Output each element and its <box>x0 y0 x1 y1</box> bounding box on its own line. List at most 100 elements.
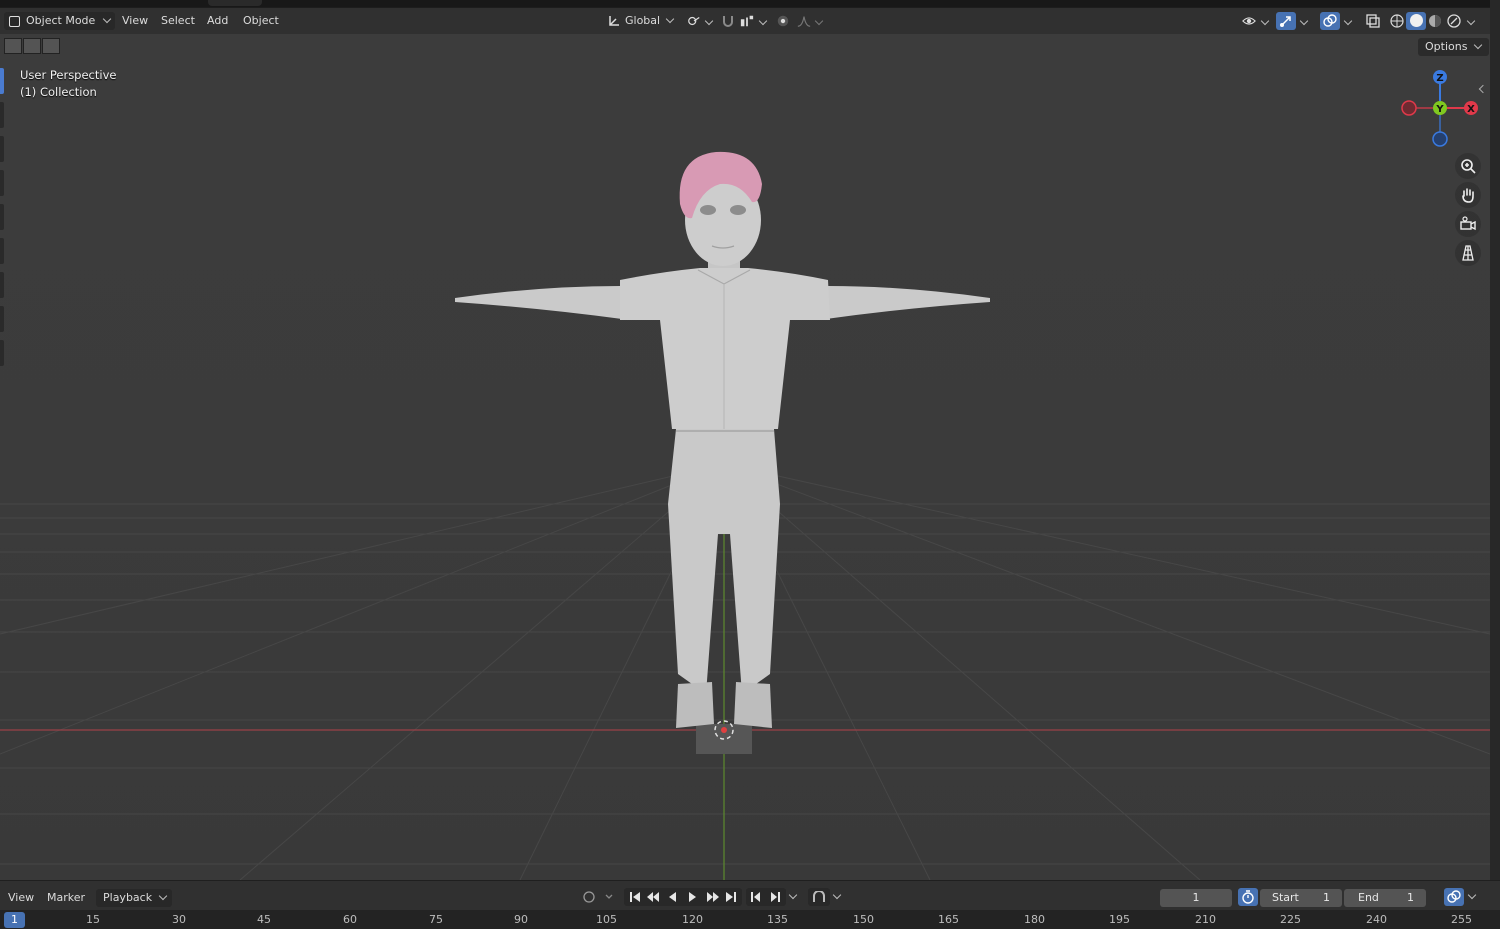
zoom-button[interactable] <box>1455 153 1481 179</box>
snap-icon[interactable] <box>721 14 735 28</box>
hand-pan-icon <box>1462 188 1474 203</box>
wireframe-shading-icon[interactable] <box>1390 14 1404 28</box>
ruler-tick: 210 <box>1195 913 1216 926</box>
options-dropdown[interactable]: Options <box>1418 38 1490 56</box>
chevron-down-icon[interactable] <box>1466 16 1476 26</box>
ruler-tick: 225 <box>1280 913 1301 926</box>
end-label: End <box>1358 891 1379 904</box>
transform-orientation-dropdown[interactable]: Global <box>603 12 678 30</box>
object-mode-icon <box>9 16 20 27</box>
timeline-menu-marker[interactable]: Marker <box>47 889 85 907</box>
tool-cursor[interactable] <box>0 102 4 128</box>
menu-view[interactable]: View <box>122 12 148 30</box>
jump-end-icon[interactable] <box>726 892 736 902</box>
tool-transform[interactable] <box>0 238 4 264</box>
proportional-editing-icon[interactable] <box>776 14 790 28</box>
start-value: 1 <box>1323 891 1330 904</box>
timeline-overlay-button[interactable] <box>1444 888 1464 906</box>
gizmo-toggle-button[interactable] <box>1276 12 1296 30</box>
navigation-gizmo[interactable]: Z X Y <box>1398 66 1484 148</box>
gizmo-neg-x[interactable] <box>1401 100 1417 116</box>
camera-view-button[interactable] <box>1455 211 1481 237</box>
chevron-down-icon[interactable] <box>814 16 824 26</box>
falloff-icon[interactable] <box>797 14 811 28</box>
play-icon[interactable] <box>689 892 696 902</box>
gizmo-y-label: Y <box>1435 104 1444 115</box>
tool-annotate[interactable] <box>0 272 4 298</box>
chevron-down-icon[interactable] <box>1260 16 1270 26</box>
perspective-label: User Perspective <box>20 68 117 82</box>
chevron-down-icon[interactable] <box>1299 16 1309 26</box>
solid-shading-button[interactable] <box>1406 12 1426 30</box>
camera-view-icon <box>1460 216 1476 231</box>
end-frame-field[interactable]: End 1 <box>1344 889 1426 907</box>
chevron-down-icon[interactable] <box>1467 890 1477 900</box>
workspace-tabs-strip <box>0 0 1500 7</box>
visibility-icon[interactable] <box>1242 14 1256 28</box>
keyframe-jump-controls[interactable] <box>746 888 786 906</box>
next-keyframe-icon[interactable] <box>707 892 719 902</box>
current-frame-field[interactable]: 1 <box>1160 889 1232 907</box>
character-model[interactable] <box>455 151 990 754</box>
ruler-tick: 165 <box>938 913 959 926</box>
play-reverse-icon[interactable] <box>669 892 676 902</box>
material-preview-icon[interactable] <box>1428 14 1442 28</box>
ortho-toggle-button[interactable] <box>1455 240 1481 266</box>
timeline-menu-view[interactable]: View <box>8 889 34 907</box>
viewport-header: Object Mode View Select Add Object Globa… <box>0 8 1490 34</box>
prev-keyframe-icon[interactable] <box>647 892 659 902</box>
chevron-down-icon[interactable] <box>704 16 714 26</box>
playback-dropdown[interactable]: Playback <box>96 889 173 907</box>
chevron-down-icon <box>103 14 112 24</box>
ruler-tick: 120 <box>682 913 703 926</box>
select-extend-icon[interactable] <box>23 38 41 54</box>
ruler-tick: 15 <box>86 913 100 926</box>
rendered-shading-icon[interactable] <box>1447 14 1461 28</box>
chevron-down-icon[interactable] <box>1343 16 1353 26</box>
jump-start-icon[interactable] <box>630 892 640 902</box>
menu-add[interactable]: Add <box>207 12 228 30</box>
sidebar-edge[interactable] <box>1490 0 1500 880</box>
selection-mode-buttons[interactable] <box>4 38 61 54</box>
chevron-down-icon <box>158 891 168 901</box>
tool-shelf[interactable] <box>0 68 4 408</box>
mode-dropdown[interactable]: Object Mode <box>4 12 116 30</box>
gizmo-neg-z[interactable] <box>1432 131 1448 147</box>
chevron-down-icon[interactable] <box>758 16 768 26</box>
tool-measure[interactable] <box>0 306 4 332</box>
snap-target-icon[interactable] <box>740 14 754 28</box>
tool-select[interactable] <box>0 68 4 94</box>
zoom-icon <box>1461 159 1476 174</box>
select-new-icon[interactable] <box>4 38 22 54</box>
preview-range-button[interactable] <box>1238 888 1258 906</box>
menu-select[interactable]: Select <box>161 12 195 30</box>
ruler-tick: 105 <box>596 913 617 926</box>
ruler-tick: 30 <box>172 913 186 926</box>
keying-button[interactable] <box>582 889 616 905</box>
frame-ruler[interactable]: 1 15 30 45 60 75 90 105 120 135 150 165 … <box>0 910 1500 929</box>
select-subtract-icon[interactable] <box>42 38 60 54</box>
workspace-tab-active[interactable] <box>208 0 262 6</box>
3d-viewport[interactable]: User Perspective (1) Collection Options … <box>0 34 1490 880</box>
auto-keying-button[interactable] <box>808 888 830 906</box>
current-frame-indicator[interactable]: 1 <box>4 912 25 928</box>
chevron-down-icon[interactable] <box>788 890 798 900</box>
transform-orientation-icon <box>609 16 619 26</box>
tool-add[interactable] <box>0 340 4 366</box>
ruler-tick: 60 <box>343 913 357 926</box>
tool-rotate[interactable] <box>0 170 4 196</box>
chevron-down-icon[interactable] <box>832 890 842 900</box>
xray-toggle-icon[interactable] <box>1366 14 1380 28</box>
pivot-point-icon[interactable] <box>687 14 701 28</box>
jump-keyframe-icon <box>751 892 780 902</box>
start-frame-field[interactable]: Start 1 <box>1260 889 1342 907</box>
chevron-down-icon <box>665 14 675 24</box>
overlay-toggle-button[interactable] <box>1320 12 1340 30</box>
overlay-icon <box>1323 14 1337 27</box>
tool-move[interactable] <box>0 136 4 162</box>
pan-button[interactable] <box>1455 182 1481 208</box>
menu-object[interactable]: Object <box>243 12 279 30</box>
tool-scale[interactable] <box>0 204 4 230</box>
gizmo-x-label: X <box>1467 104 1475 115</box>
options-label: Options <box>1425 40 1468 53</box>
